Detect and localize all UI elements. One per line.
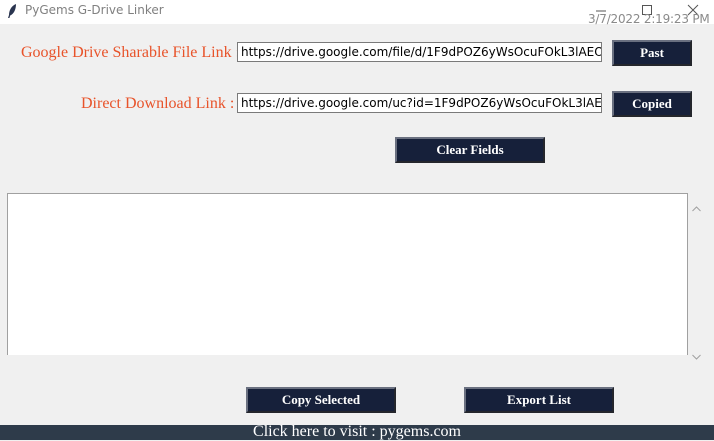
datetime-display: 3/7/2022 2:19:23 PM xyxy=(588,12,710,26)
feather-icon xyxy=(6,3,18,19)
export-list-button[interactable]: Export List xyxy=(464,387,614,413)
chevron-up-icon[interactable] xyxy=(692,197,701,212)
paste-button[interactable]: Past xyxy=(612,40,692,66)
clear-fields-button[interactable]: Clear Fields xyxy=(395,137,545,163)
direct-link-label: Direct Download Link : xyxy=(81,95,235,112)
website-link[interactable]: Click here to visit : pygems.com xyxy=(0,423,714,441)
window-title: PyGems G-Drive Linker xyxy=(25,3,164,17)
copied-button[interactable]: Copied xyxy=(612,91,692,117)
direct-link-input[interactable]: https://drive.google.com/uc?id=1F9dPOZ6y… xyxy=(237,93,602,113)
title-bar: PyGems G-Drive Linker 3/7/2022 2:19:23 P… xyxy=(0,0,714,26)
copy-selected-button[interactable]: Copy Selected xyxy=(246,387,396,413)
sharable-link-label: Google Drive Sharable File Link : xyxy=(21,44,241,61)
links-listbox[interactable] xyxy=(7,193,688,355)
listbox-scrollbar[interactable] xyxy=(688,193,705,360)
footer-bar: Click here to visit : pygems.com xyxy=(0,423,714,441)
sharable-link-input[interactable]: https://drive.google.com/file/d/1F9dPOZ6… xyxy=(237,42,602,62)
chevron-down-icon[interactable] xyxy=(692,345,701,360)
